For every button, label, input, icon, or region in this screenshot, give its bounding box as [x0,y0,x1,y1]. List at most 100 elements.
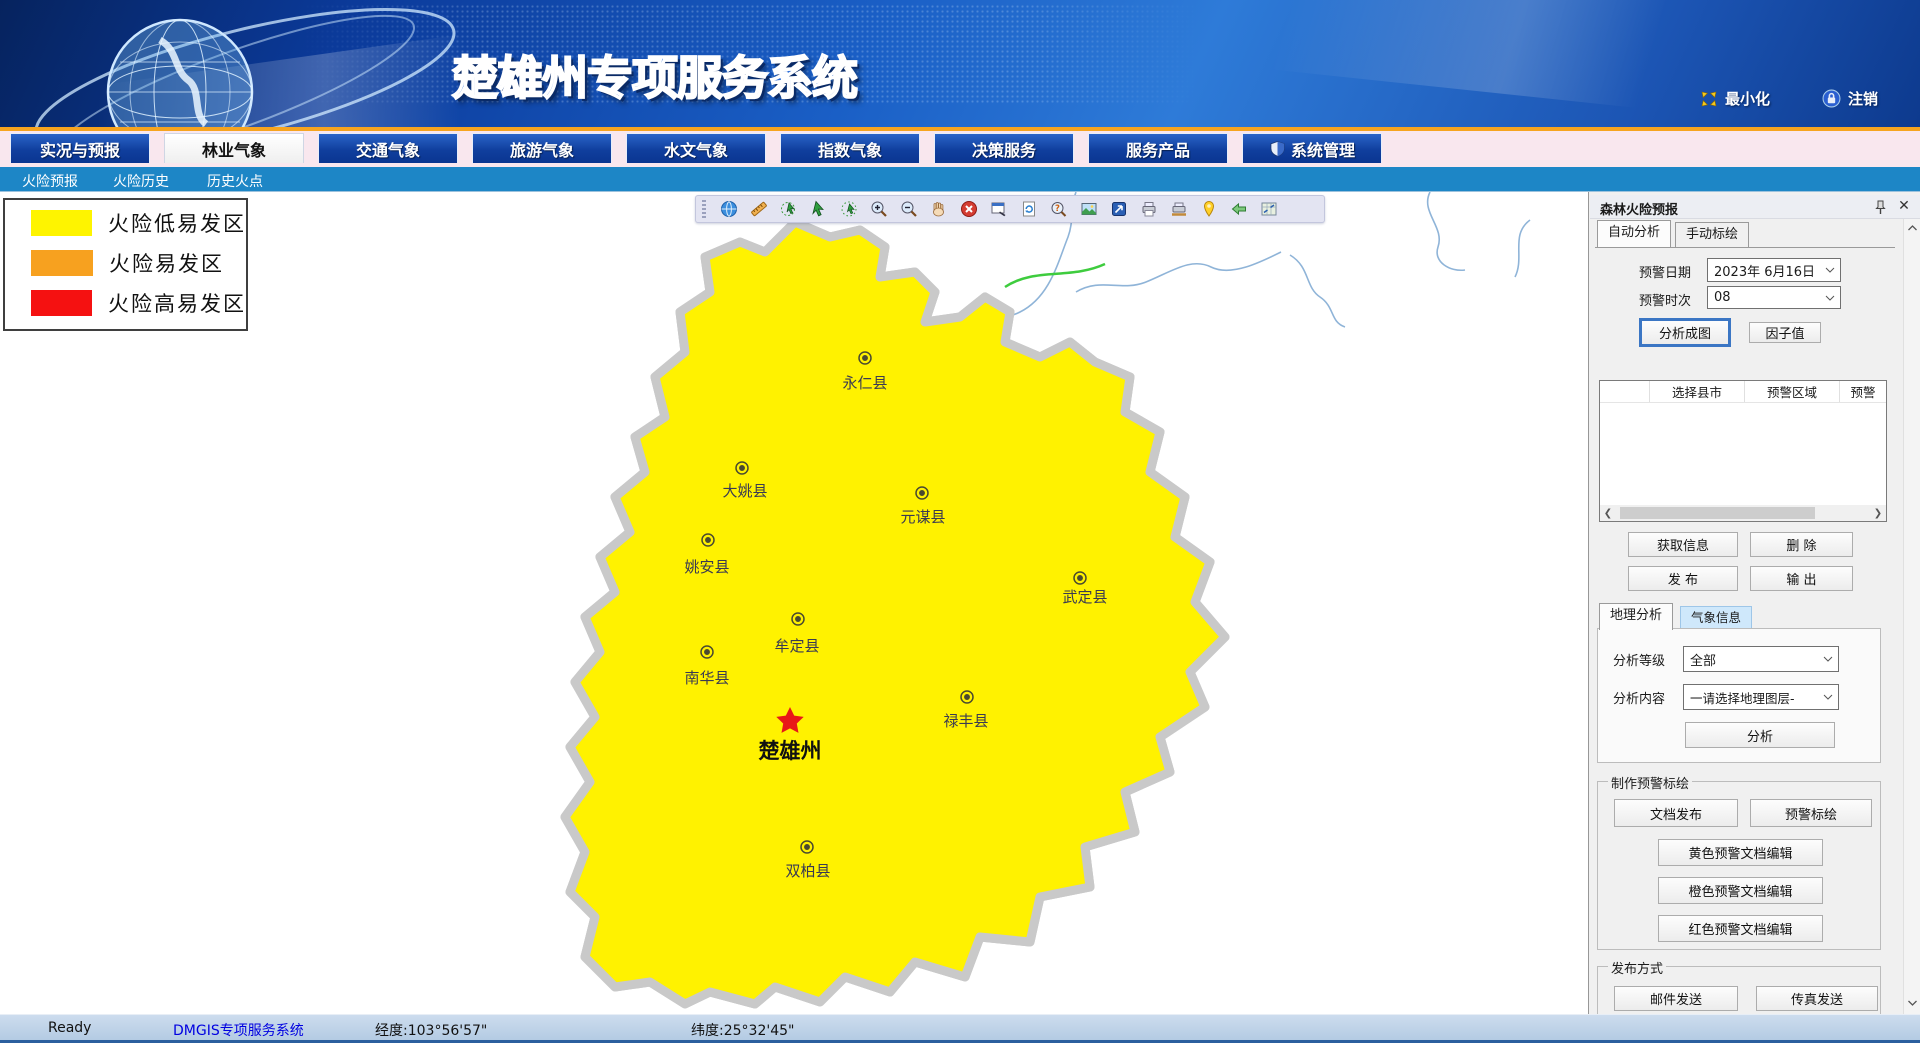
zoom-in-icon[interactable] [870,200,888,218]
map-canvas[interactable]: 永仁县 元谋县 大姚县 姚安县 武定县 牟定县 南华县 禄丰县 双柏县 楚雄州 … [0,192,1588,1014]
scroll-down-icon[interactable] [1907,997,1918,1008]
tab-hydrology-weather[interactable]: 水文气象 [626,133,766,163]
email-send-button[interactable]: 邮件发送 [1614,986,1738,1011]
warn-date-select[interactable]: 2023年 6月16日 [1707,258,1841,282]
panel-tab-auto-analysis[interactable]: 自动分析 [1597,220,1671,247]
scrollbar-thumb[interactable] [1620,507,1815,519]
prefecture-outline [565,222,1225,1004]
tab-system-management[interactable]: 系统管理 [1242,133,1382,163]
legend-row-high: 火险高易发区 [31,288,246,318]
chevron-down-icon [1825,267,1835,273]
print-icon[interactable] [1140,200,1158,218]
tab-forestry-weather[interactable]: 林业气象 [164,133,304,163]
analyze-button[interactable]: 分析 [1685,722,1835,748]
tab-decision-service[interactable]: 决策服务 [934,133,1074,163]
shield-icon [1269,140,1286,158]
doc-publish-button[interactable]: 文档发布 [1614,799,1738,827]
get-info-button[interactable]: 获取信息 [1628,532,1738,557]
legend-swatch-medium [31,250,93,276]
warn-date-label: 预警日期 [1639,262,1691,281]
column-header[interactable] [1600,381,1650,402]
back-arrow-icon[interactable] [1230,200,1248,218]
warning-table[interactable]: 选择县市 预警区域 预警 ❮ ❯ [1599,380,1887,522]
county-label: 武定县 [1062,588,1107,606]
column-header-region[interactable]: 预警区域 [1745,381,1840,402]
legend-row-medium: 火险易发区 [31,248,246,278]
refresh-icon[interactable] [1020,200,1038,218]
select-lasso-icon[interactable] [780,200,798,218]
map-export-icon[interactable] [1110,200,1128,218]
orange-warning-doc-button[interactable]: 橙色预警文档编辑 [1658,877,1823,904]
column-header-warning[interactable]: 预警 [1840,381,1886,402]
county-label: 永仁县 [842,374,887,392]
status-bar: Ready DMGIS专项服务系统 经度:103°56'57" 纬度:25°32… [0,1014,1920,1043]
plot-print-icon[interactable] [1170,200,1188,218]
logout-button[interactable]: 注销 [1822,88,1878,109]
chevron-down-icon [1823,656,1833,662]
warning-table-header: 选择县市 预警区域 预警 [1600,381,1886,403]
delete-button[interactable]: 删 除 [1750,532,1853,557]
plot-group-label: 制作预警标绘 [1608,773,1692,792]
globe-icon[interactable] [720,200,738,218]
app-window: 楚雄州专项服务系统 最小化 注销 实况与预报 林业气象 交通气象 旅游气象 水文… [0,0,1920,1043]
analysis-content-select[interactable]: 一请选择地理图层- [1683,684,1839,710]
window-extent-icon[interactable] [990,200,1008,218]
fax-send-button[interactable]: 传真发送 [1756,986,1878,1011]
status-system-link[interactable]: DMGIS专项服务系统 [173,1020,304,1040]
identify-icon[interactable]: ? [1050,200,1068,218]
county-label: 元谋县 [900,508,945,526]
analyze-map-button[interactable]: 分析成图 [1641,320,1729,345]
tab-service-products[interactable]: 服务产品 [1088,133,1228,163]
zoom-out-icon[interactable] [900,200,918,218]
tab-live-forecast[interactable]: 实况与预报 [10,133,150,163]
panel-header: 森林火险预报 ✕ [1590,195,1920,219]
export-button[interactable]: 输 出 [1750,566,1853,591]
tab-divider [1595,247,1895,248]
panel-vertical-scrollbar[interactable] [1903,219,1920,1014]
overview-map-icon[interactable] [1260,200,1278,218]
minimize-button[interactable]: 最小化 [1700,88,1770,109]
panel-tab-weather-info[interactable]: 气象信息 [1680,606,1752,628]
county-label: 禄丰县 [943,712,988,730]
subnav-history-fire-points[interactable]: 历史火点 [207,171,263,191]
table-horizontal-scrollbar[interactable]: ❮ ❯ [1600,505,1886,521]
scroll-up-icon[interactable] [1907,223,1918,234]
header-banner: 楚雄州专项服务系统 最小化 注销 [0,0,1920,127]
image-icon[interactable] [1080,200,1098,218]
tab-traffic-weather[interactable]: 交通气象 [318,133,458,163]
panel-tab-manual-plot[interactable]: 手动标绘 [1675,222,1749,247]
tab-tourism-weather[interactable]: 旅游气象 [472,133,612,163]
analysis-level-select[interactable]: 全部 [1683,646,1839,672]
pan-hand-icon[interactable] [930,200,948,218]
globe-logo-icon [10,0,470,127]
select-arrow-icon[interactable] [810,200,828,218]
scroll-right-icon[interactable]: ❯ [1870,508,1886,519]
tab-index-weather[interactable]: 指数气象 [780,133,920,163]
county-label: 牟定县 [774,637,819,655]
map-toolbar: ? [695,195,1325,223]
measure-icon[interactable] [750,200,768,218]
close-panel-icon[interactable]: ✕ [1895,197,1913,215]
red-warning-doc-button[interactable]: 红色预警文档编辑 [1658,915,1823,942]
publish-button[interactable]: 发 布 [1628,566,1738,591]
factor-value-button[interactable]: 因子值 [1749,322,1821,343]
pin-icon[interactable] [1200,200,1218,218]
panel-tab-geo-analysis[interactable]: 地理分析 [1599,603,1673,630]
stop-icon[interactable] [960,200,978,218]
column-header-county[interactable]: 选择县市 [1650,381,1745,402]
warn-time-select[interactable]: 08 [1707,286,1841,309]
panel-title: 森林火险预报 [1600,199,1678,218]
yellow-warning-doc-button[interactable]: 黄色预警文档编辑 [1658,839,1823,866]
warning-plot-button[interactable]: 预警标绘 [1750,799,1872,827]
select-circle-icon[interactable] [840,200,858,218]
subnav-fire-forecast[interactable]: 火险预报 [22,171,78,191]
county-label: 双柏县 [785,862,830,880]
svg-text:?: ? [1055,204,1060,214]
sub-navbar: 火险预报 火险历史 历史火点 [0,167,1920,192]
scroll-left-icon[interactable]: ❮ [1600,508,1616,519]
subnav-fire-history[interactable]: 火险历史 [113,171,169,191]
toolbar-grip[interactable] [702,200,706,218]
pin-panel-icon[interactable] [1872,199,1888,215]
app-title: 楚雄州专项服务系统 [452,42,857,108]
forest-fire-panel: 森林火险预报 ✕ 自动分析 手动标绘 预警日期 2023年 6月16日 预警时次… [1588,192,1920,1014]
